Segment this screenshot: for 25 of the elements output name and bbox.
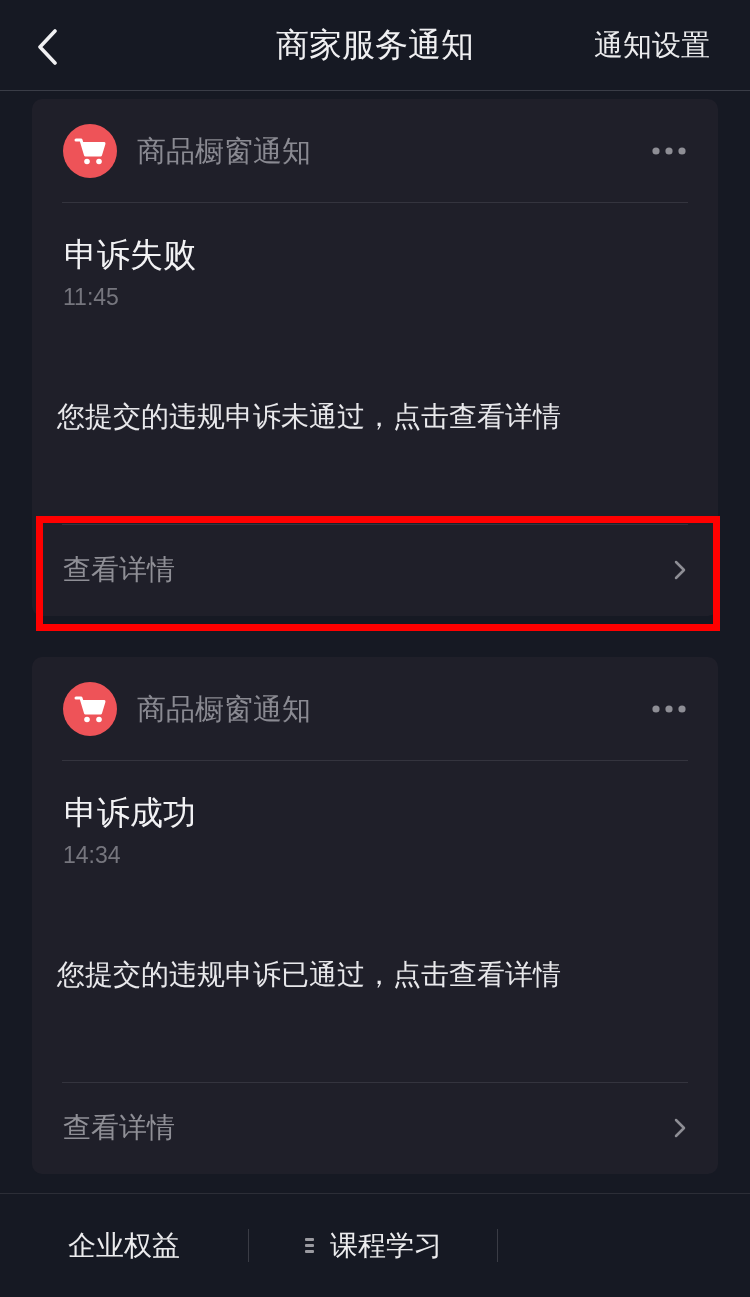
bottom-tab-button[interactable]: 课程学习 xyxy=(249,1223,497,1268)
bottom-tab-button[interactable]: 企业权益 xyxy=(0,1223,248,1268)
notification-settings-link[interactable]: 通知设置 xyxy=(594,25,710,65)
menu-icon xyxy=(304,1238,314,1253)
notification-time: 14:34 xyxy=(63,841,121,869)
notification-time: 11:45 xyxy=(63,283,119,311)
notification-title: 申诉成功 xyxy=(64,793,196,833)
back-icon xyxy=(36,29,58,65)
source-label: 商品橱窗通知 xyxy=(137,690,312,728)
more-button[interactable] xyxy=(652,704,686,713)
notification-message: 您提交的违规申诉已通过，点击查看详情 xyxy=(57,957,561,993)
chevron-right-icon xyxy=(674,1118,686,1138)
chevron-right-icon xyxy=(674,560,686,580)
more-icon xyxy=(652,146,686,155)
more-button[interactable] xyxy=(652,146,686,155)
source-label: 商品橱窗通知 xyxy=(137,132,312,170)
view-details-button[interactable]: 查看详情 xyxy=(62,524,688,615)
notification-message: 您提交的违规申诉未通过，点击查看详情 xyxy=(57,399,561,435)
back-button[interactable] xyxy=(36,29,58,65)
notification-title: 申诉失败 xyxy=(64,235,196,275)
page-title: 商家服务通知 xyxy=(276,24,474,66)
view-details-button[interactable]: 查看详情 xyxy=(62,1082,688,1173)
cart-icon xyxy=(63,123,117,178)
cart-icon xyxy=(63,681,117,736)
more-icon xyxy=(652,704,686,713)
